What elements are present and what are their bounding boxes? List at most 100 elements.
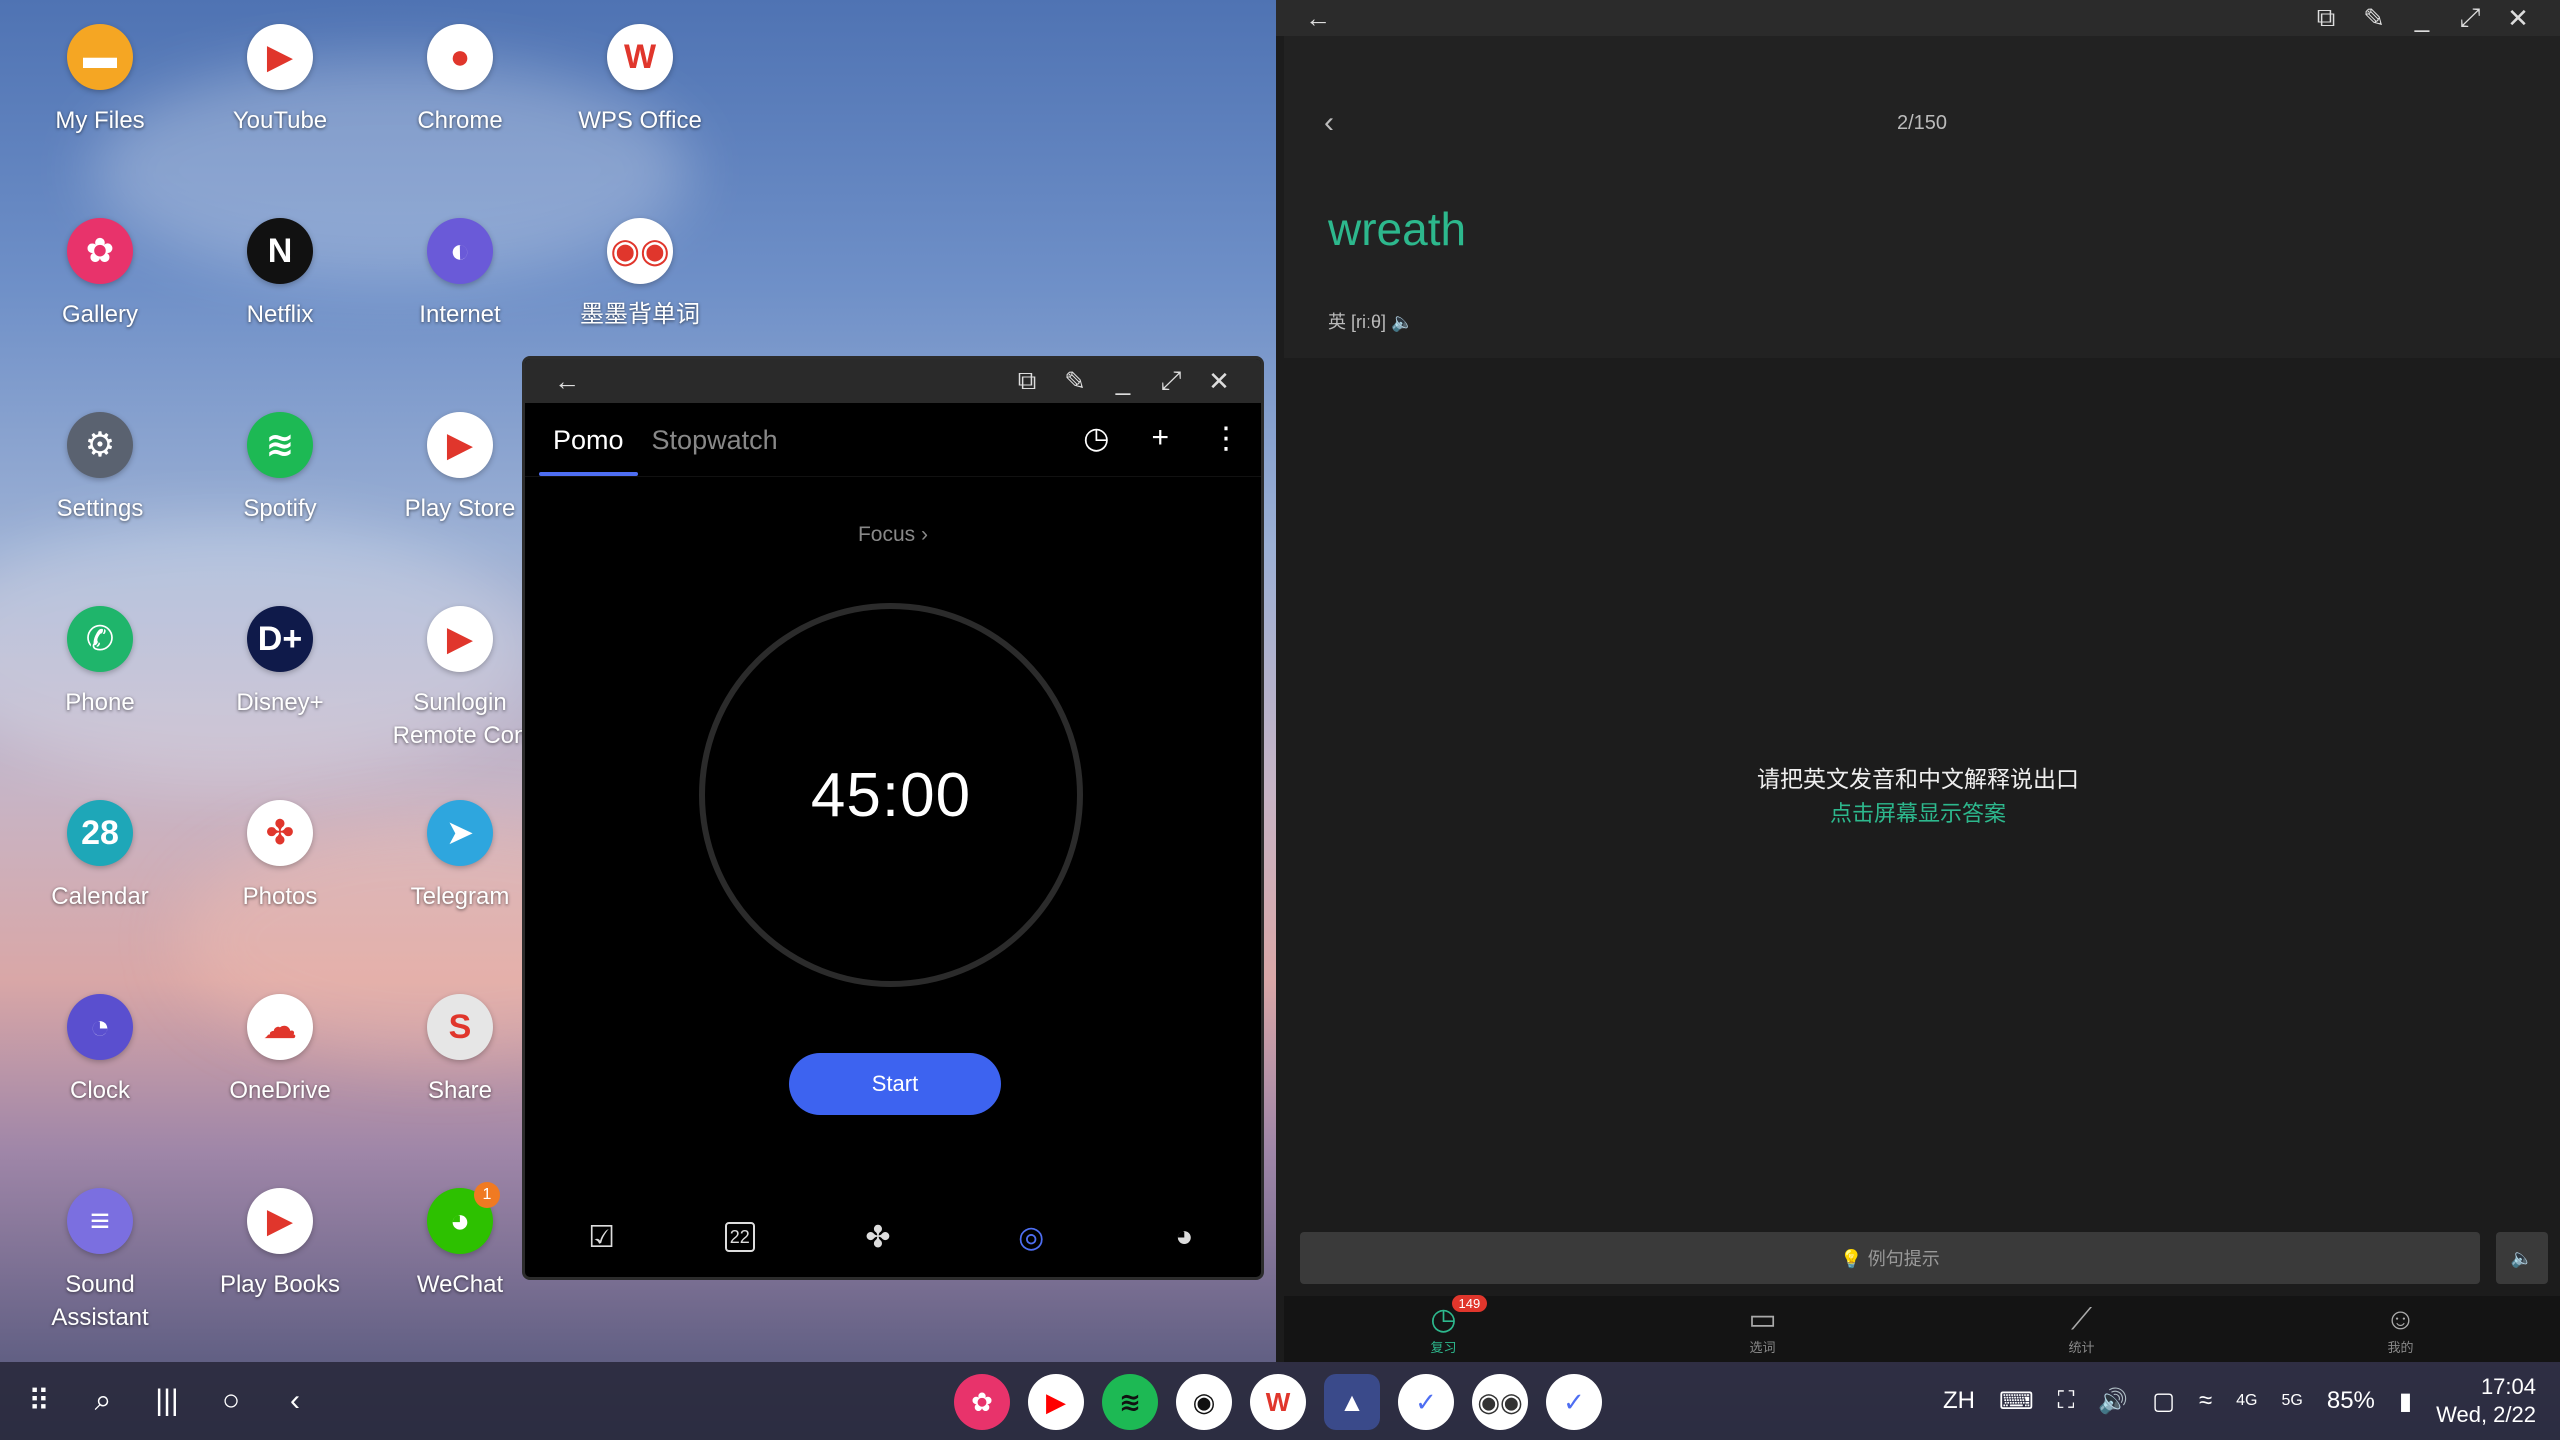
momo-icon[interactable]: ◉◉ [1472,1374,1528,1430]
pin-icon[interactable]: ✎ [1051,366,1099,397]
more-icon[interactable]: ⋮ [1211,421,1241,456]
calendar-icon[interactable]: 22 [724,1222,755,1252]
app-icon: N [247,218,313,284]
start-button[interactable]: Start [789,1053,1001,1115]
pomo-window: ← ⧉ ✎ _ ⤢ ✕ Pomo Stopwatch ◷ + ⋮ Focus ›… [522,356,1264,1280]
app-label: Spotify [243,495,317,522]
app-label: Clock [69,1077,130,1104]
desktop-app[interactable]: ◔ Clock [10,994,190,1107]
app-icon: S [427,994,493,1060]
desktop-app[interactable]: W WPS Office [550,24,730,137]
desktop-app[interactable]: ▶ Play Books [190,1188,370,1301]
notification-icon[interactable]: ▢ [2152,1387,2175,1416]
desktop-app[interactable]: ◉◉ 墨墨背单词 [550,218,730,331]
search-icon[interactable]: ⌕ [88,1384,118,1418]
app-icon: ➤ [427,800,493,866]
timer-display: 45:00 [810,760,972,830]
app-icon: ◉◉ [607,218,673,284]
word-title: wreath [1328,203,1467,255]
popup-view-icon[interactable]: ⧉ [2302,2,2350,34]
history-icon[interactable]: ◷ [1083,421,1109,456]
keyboard-icon[interactable]: ⌨ [1999,1387,2034,1416]
battery-icon: ▮ [2398,1387,2413,1415]
app-icon: ✤ [247,800,313,866]
chart-icon: ⟋ [2071,1302,2092,1336]
pomo-bottom-nav: ☑ 22 ✤ ◎ ◕ [525,1197,1261,1277]
app-label: Photos [242,883,318,910]
app-icon: ◐ [427,218,493,284]
minimize-icon[interactable]: _ [2398,3,2446,34]
speaker-icon[interactable]: 🔈 [2496,1232,2548,1284]
home-icon[interactable]: ○ [216,1384,246,1418]
back-arrow-icon[interactable]: ← [1294,3,1342,34]
grid-icon[interactable]: ✤ [848,1220,908,1255]
pomo-actions: ◷ + ⋮ [1083,421,1241,456]
phonetic-button[interactable]: 英 [riːθ] 🔈 [1328,308,1413,334]
back-arrow-icon[interactable]: ← [543,366,591,397]
pin-icon[interactable]: ✎ [2350,3,2398,34]
desktop-app[interactable]: ✆ Phone [10,606,190,719]
cat-app-icon[interactable]: ▲ [1324,1374,1380,1430]
wps-icon[interactable]: W [1250,1374,1306,1430]
clock-icon[interactable]: ◕ [1154,1220,1214,1254]
back-icon[interactable]: ‹ [280,1384,310,1418]
desktop-app[interactable]: ≋ Spotify [190,412,370,525]
popup-view-icon[interactable]: ⧉ [1003,365,1051,397]
app-icon: ⚙ [67,412,133,478]
close-icon[interactable]: ✕ [2494,3,2542,34]
focus-selector[interactable]: Focus › [525,523,1261,547]
qq-icon[interactable]: ◉ [1176,1374,1232,1430]
clock[interactable]: 17:04 Wed, 2/22 [2436,1373,2536,1429]
app-label: YouTube [232,107,328,134]
focus-icon[interactable]: ◎ [1001,1220,1061,1255]
spotify-icon[interactable]: ≋ [1102,1374,1158,1430]
youtube-icon[interactable]: ▶ [1028,1374,1084,1430]
desktop-app[interactable]: ☁ OneDrive [190,994,370,1107]
desktop-app[interactable]: N Netflix [190,218,370,331]
app-icon: ▶ [427,606,493,672]
ticktick-active-icon[interactable]: ✓ [1546,1374,1602,1430]
app-icon: ✆ [67,606,133,672]
tab-pomo[interactable]: Pomo [539,425,638,476]
nav-review[interactable]: ◷ 149 复习 [1384,1294,1504,1356]
nav-select-words[interactable]: ▭ 选词 [1703,1303,1823,1356]
tab-stopwatch[interactable]: Stopwatch [638,425,792,476]
desktop-app[interactable]: 28 Calendar [10,800,190,913]
apps-grid-icon[interactable]: ⠿ [24,1384,54,1419]
desktop-app[interactable]: ≡ Sound Assistant [10,1188,190,1334]
desktop-app[interactable]: ✤ Photos [190,800,370,913]
desktop-app[interactable]: ✿ Gallery [10,218,190,331]
example-hint-button[interactable]: 💡 例句提示 [1300,1232,2480,1284]
desktop-app[interactable]: ⚙ Settings [10,412,190,525]
desktop-app[interactable]: D+ Disney+ [190,606,370,719]
close-icon[interactable]: ✕ [1195,366,1243,397]
maximize-icon[interactable]: ⤢ [2446,2,2494,34]
app-label: Calendar [51,883,149,910]
recents-icon[interactable]: ||| [152,1384,182,1418]
app-icon: ◔ [67,994,133,1060]
desktop-app[interactable]: ▶ YouTube [190,24,370,137]
signal-5g-icon: 5G [2281,1392,2303,1409]
ticktick-icon[interactable]: ✓ [1398,1374,1454,1430]
screenshot-icon[interactable]: ⛶ [2058,1387,2075,1415]
app-icon: ≡ [67,1188,133,1254]
system-tray: ZH ⌨ ⛶ 🔊 ▢ ≈ 4G 5G 85% ▮ 17:04 Wed, 2/22 [1943,1362,2536,1440]
language-indicator[interactable]: ZH [1943,1387,1975,1415]
desktop-app[interactable]: ● Chrome [370,24,550,137]
desktop-app[interactable]: ▬ My Files [10,24,190,137]
gallery-icon[interactable]: ✿ [954,1374,1010,1430]
pomo-titlebar: ← ⧉ ✎ _ ⤢ ✕ [525,359,1261,403]
app-label: 墨墨背单词 [580,301,700,328]
nav-stats[interactable]: ⟋ 统计 [2022,1303,2142,1356]
checkbox-icon[interactable]: ☑ [572,1220,632,1255]
volume-icon[interactable]: 🔊 [2098,1387,2128,1416]
maximize-icon[interactable]: ⤢ [1147,365,1195,397]
reveal-answer-link[interactable]: 点击屏幕显示答案 [1276,796,2560,828]
add-icon[interactable]: + [1151,421,1169,456]
nav-profile[interactable]: ☺ 我的 [2341,1303,2461,1356]
app-icon: ▶ [247,24,313,90]
desktop-app[interactable]: ◐ Internet [370,218,550,331]
taskbar-apps: ✿ ▶ ≋ ◉ W ▲ ✓ ◉◉ ✓ [954,1374,1602,1430]
app-label: Phone [65,689,135,716]
minimize-icon[interactable]: _ [1099,366,1147,397]
